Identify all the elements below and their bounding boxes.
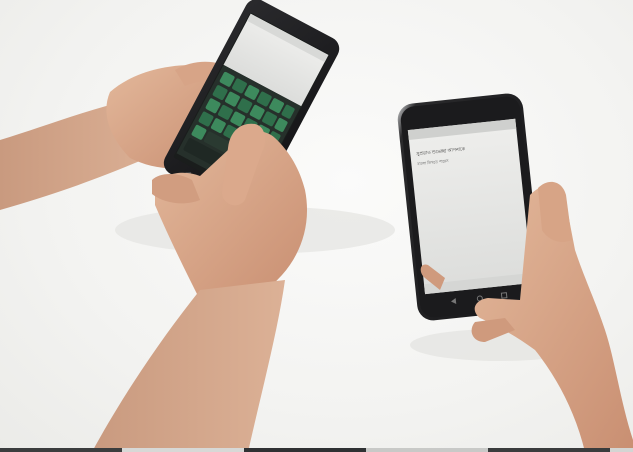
right-forearm: [92, 280, 285, 452]
hands-holding-phones-photo: সুপ্রভাত শুভেচ্ছা আপনাকে বাংলা লিখতে পার…: [0, 0, 633, 452]
bottom-color-strip: [0, 448, 633, 452]
photo-scene: সুপ্রভাত শুভেচ্ছা আপনাকে বাংলা লিখতে পার…: [0, 0, 633, 452]
